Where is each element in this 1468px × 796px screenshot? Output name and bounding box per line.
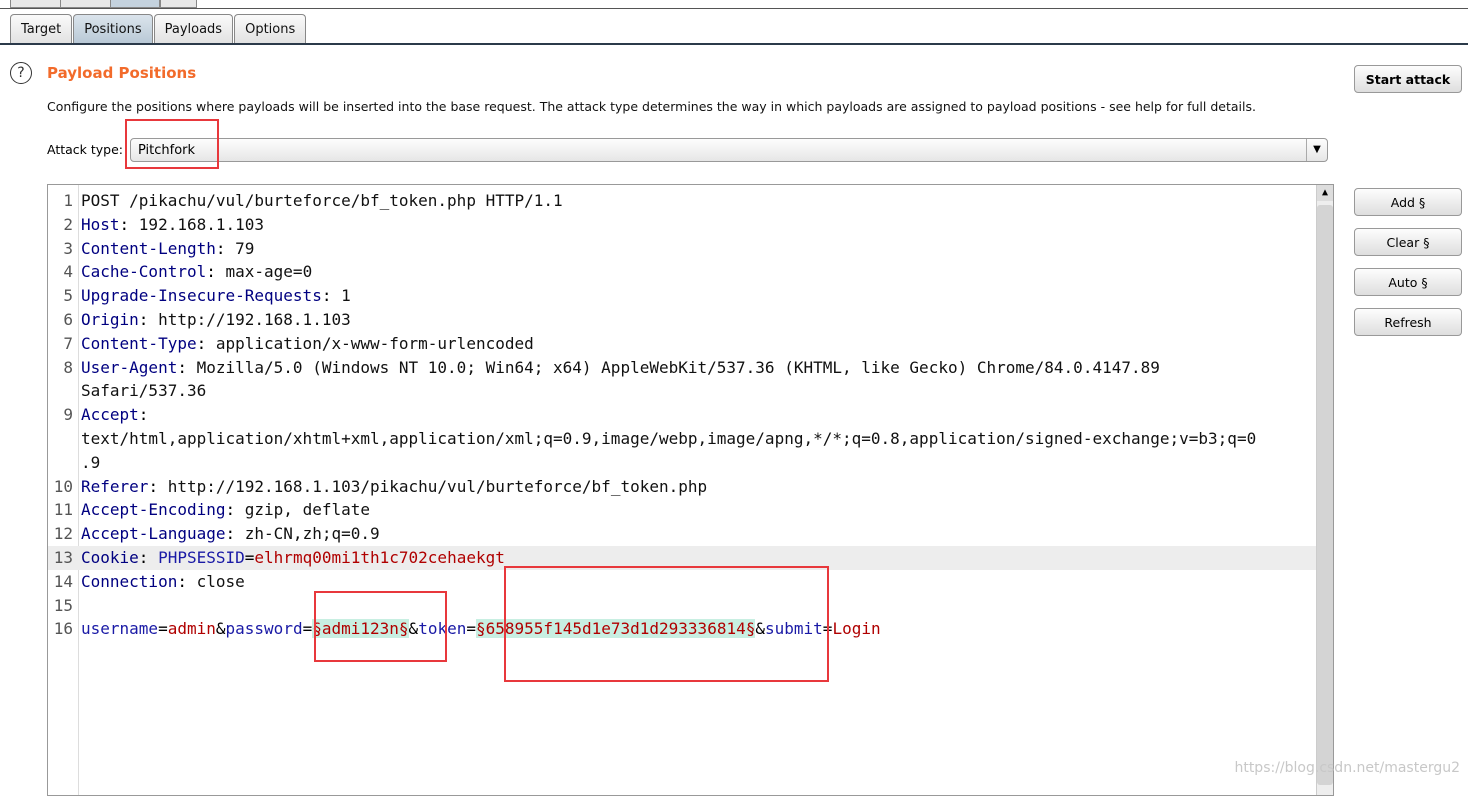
start-attack-button[interactable]: Start attack <box>1354 65 1462 93</box>
request-line: 1 POST /pikachu/vul/burteforce/bf_token.p… <box>48 189 1316 213</box>
line-number: 4 <box>63 262 73 282</box>
line-number: 16 <box>53 619 73 639</box>
param-name: token <box>418 619 467 639</box>
param-value: admin <box>167 619 216 639</box>
header-value: application/x-www-form-urlencoded <box>215 333 534 353</box>
header-value: Safari/537.36 <box>81 381 207 401</box>
tab-bar: Target Positions Payloads Options <box>10 14 307 43</box>
header-value: 79 <box>235 238 255 258</box>
request-line: 11 Accept-Encoding: gzip, deflate <box>48 498 1316 522</box>
line-number: 13 <box>53 547 73 567</box>
section-description: Configure the positions where payloads w… <box>47 99 1256 114</box>
request-line: 9 Accept: <box>48 403 1316 427</box>
vertical-scrollbar[interactable]: ▲ <box>1316 185 1333 795</box>
payload-marker: §admi123n§ <box>312 619 409 639</box>
param-value: Login <box>832 619 881 639</box>
refresh-button[interactable]: Refresh <box>1354 308 1462 336</box>
add-marker-button[interactable]: Add § <box>1354 188 1462 216</box>
line-number: 7 <box>63 333 73 353</box>
line-number: 9 <box>63 405 73 425</box>
cookie-name: PHPSESSID <box>158 547 245 567</box>
line-number: 11 <box>53 500 73 520</box>
request-line: 13 Cookie: PHPSESSID=elhrmq00mi1th1c702ce… <box>48 545 1316 570</box>
cookie-value: elhrmq00mi1th1c702cehaekgt <box>254 547 505 567</box>
request-line-text: POST /pikachu/vul/burteforce/bf_token.ph… <box>81 191 563 210</box>
request-line: 14 Connection: close <box>48 570 1316 594</box>
header-name: Connection <box>81 571 178 591</box>
header-value: .9 <box>81 452 101 472</box>
line-number: 10 <box>53 476 73 496</box>
line-number: 3 <box>63 238 73 258</box>
request-line: .9 <box>48 451 1316 475</box>
request-line: 7 Content-Type: application/x-www-form-ur… <box>48 332 1316 356</box>
header-value: close <box>196 571 245 591</box>
tab-positions[interactable]: Positions <box>73 14 153 43</box>
header-name: Content-Length <box>81 238 216 258</box>
auto-marker-button[interactable]: Auto § <box>1354 268 1462 296</box>
payload-marker: §658955f145d1e73d1d293336814§ <box>476 619 756 639</box>
header-value: gzip, deflate <box>244 500 370 520</box>
header-name: Host <box>81 214 120 234</box>
request-line: 2 Host: 192.168.1.103 <box>48 213 1316 237</box>
attack-type-select[interactable]: Pitchfork ▼ <box>130 138 1328 162</box>
tab-target[interactable]: Target <box>10 14 73 43</box>
request-line: 12 Accept-Language: zh-CN,zh;q=0.9 <box>48 522 1316 546</box>
scroll-thumb[interactable] <box>1317 205 1333 785</box>
header-name: Cache-Control <box>81 262 207 282</box>
header-value: text/html,application/xhtml+xml,applicat… <box>81 428 1257 448</box>
section-title: Payload Positions <box>47 64 197 82</box>
line-number: 8 <box>63 357 73 377</box>
line-number: 15 <box>53 595 73 615</box>
request-line: 5 Upgrade-Insecure-Requests: 1 <box>48 284 1316 308</box>
param-name: submit <box>765 619 823 639</box>
request-line: 10 Referer: http://192.168.1.103/pikachu/… <box>48 475 1316 499</box>
tab-payloads[interactable]: Payloads <box>153 14 234 43</box>
header-name: Accept-Language <box>81 524 226 544</box>
header-name: Accept-Encoding <box>81 500 226 520</box>
line-number: 5 <box>63 286 73 306</box>
chevron-down-icon[interactable]: ▼ <box>1306 139 1327 161</box>
attack-type-value: Pitchfork <box>138 143 196 158</box>
clear-marker-button[interactable]: Clear § <box>1354 228 1462 256</box>
request-line: Safari/537.36 <box>48 379 1316 403</box>
attack-type-label: Attack type: <box>47 142 124 157</box>
request-line: 15 <box>48 594 1316 618</box>
request-line: text/html,application/xhtml+xml,applicat… <box>48 427 1316 451</box>
header-name: Cookie <box>81 547 139 567</box>
header-value: 192.168.1.103 <box>138 214 265 234</box>
header-value: 1 <box>341 286 351 306</box>
request-line: 16 username=admin&password=§admi123n§&tok… <box>48 617 1316 641</box>
header-value: http://192.168.1.103/pikachu/vul/burtefo… <box>167 476 708 496</box>
watermark: https://blog.csdn.net/mastergu2 <box>1234 760 1460 776</box>
line-number: 1 <box>63 191 73 210</box>
header-name: Accept <box>81 405 139 425</box>
line-number: 2 <box>63 214 73 234</box>
request-line: 6 Origin: http://192.168.1.103 <box>48 308 1316 332</box>
request-line: 3 Content-Length: 79 <box>48 237 1316 261</box>
header-name: User-Agent <box>81 357 178 377</box>
param-name: username <box>81 619 159 639</box>
header-name: Content-Type <box>81 333 197 353</box>
header-value: http://192.168.1.103 <box>158 309 351 329</box>
tab-divider <box>0 43 1468 45</box>
tab-options[interactable]: Options <box>234 14 307 43</box>
header-value: max-age=0 <box>225 262 313 282</box>
header-name: Origin <box>81 309 139 329</box>
header-value: zh-CN,zh;q=0.9 <box>244 524 380 544</box>
request-editor[interactable]: 1 POST /pikachu/vul/burteforce/bf_token.p… <box>47 184 1334 796</box>
header-name: Referer <box>81 476 149 496</box>
request-line: 4 Cache-Control: max-age=0 <box>48 260 1316 284</box>
param-name: password <box>225 619 303 639</box>
help-icon[interactable]: ? <box>10 62 32 84</box>
line-number: 14 <box>53 571 73 591</box>
line-number: 6 <box>63 309 73 329</box>
header-name: Upgrade-Insecure-Requests <box>81 286 322 306</box>
scroll-up-icon[interactable]: ▲ <box>1317 185 1333 201</box>
line-number: 12 <box>53 524 73 544</box>
top-tab-strip <box>0 0 1468 9</box>
header-value: Mozilla/5.0 (Windows NT 10.0; Win64; x64… <box>196 357 1160 377</box>
request-line: 8 User-Agent: Mozilla/5.0 (Windows NT 10.… <box>48 356 1316 380</box>
